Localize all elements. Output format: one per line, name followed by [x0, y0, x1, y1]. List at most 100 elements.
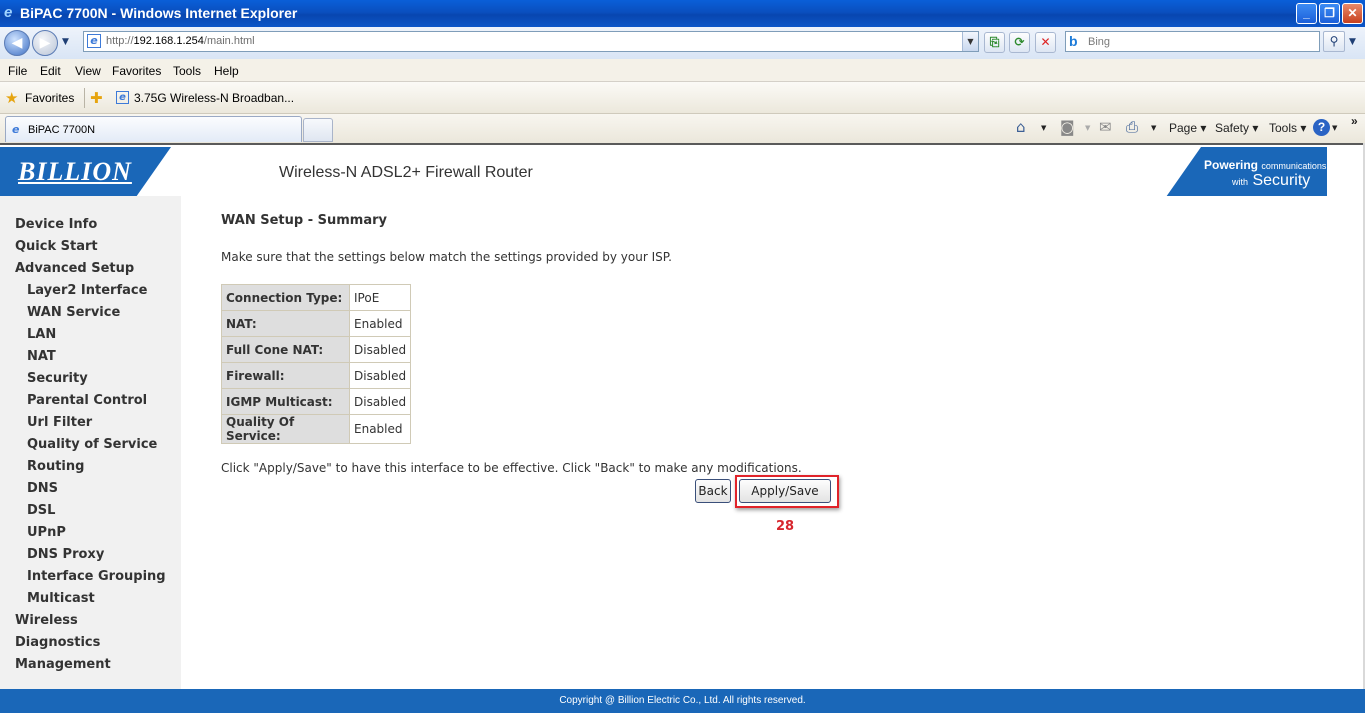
summary-value: Disabled	[348, 388, 412, 415]
tab-bipac[interactable]: e BiPAC 7700N	[5, 116, 302, 142]
slogan-security: Security	[1252, 172, 1311, 189]
url-prefix: http://	[106, 35, 134, 47]
tab-bar: e BiPAC 7700N ⌂ ▼ ◙ ▼ ✉ ⎙ ▼ Page ▾ Safet…	[0, 114, 1365, 143]
favorites-separator	[84, 88, 85, 108]
sidebar-item-interface-grouping[interactable]: Interface Grouping	[27, 569, 166, 584]
window-title: BiPAC 7700N - Windows Internet Explorer	[20, 5, 298, 21]
url-field[interactable]: e http://192.168.1.254/main.html ▼	[83, 31, 979, 52]
slogan-powering: Powering	[1204, 158, 1259, 172]
summary-value: Disabled	[348, 336, 412, 363]
bing-logo-icon: b	[1069, 33, 1078, 49]
page-menu-label: Page	[1169, 121, 1198, 135]
sidebar-item-url-filter[interactable]: Url Filter	[27, 415, 92, 430]
magnifier-icon: ⚲	[1329, 34, 1339, 48]
menu-file[interactable]: File	[8, 64, 27, 78]
search-input[interactable]: b Bing	[1065, 31, 1320, 52]
sidebar-item-routing[interactable]: Routing	[27, 459, 84, 474]
sidebar-item-advanced-setup[interactable]: Advanced Setup	[15, 261, 134, 276]
refresh-icon[interactable]: ⟳	[1009, 32, 1030, 53]
page-title: WAN Setup - Summary	[221, 213, 387, 228]
arrow-right-icon: ▶	[39, 35, 51, 51]
summary-value: Enabled	[348, 310, 412, 337]
maximize-button[interactable]: ❐	[1319, 3, 1340, 24]
tools-menu-button[interactable]: Tools ▾	[1269, 121, 1306, 135]
table-row: Quality Of Service: Enabled	[221, 414, 412, 444]
minimize-button[interactable]: _	[1296, 3, 1317, 24]
apply-save-highlight-box	[735, 475, 839, 508]
summary-value: Disabled	[348, 362, 412, 389]
feeds-icon[interactable]: ◙	[1060, 118, 1075, 136]
menu-bar: File Edit View Favorites Tools Help	[0, 59, 1365, 82]
print-icon[interactable]: ⎙	[1126, 118, 1138, 136]
favorite-link[interactable]: 3.75G Wireless-N Broadban...	[134, 91, 294, 105]
sidebar-item-lan[interactable]: LAN	[27, 327, 56, 342]
sidebar-item-multicast[interactable]: Multicast	[27, 591, 95, 606]
sidebar-item-security[interactable]: Security	[27, 371, 88, 386]
sidebar-item-device-info[interactable]: Device Info	[15, 217, 97, 232]
mail-icon[interactable]: ✉	[1099, 118, 1112, 136]
sidebar-item-quick-start[interactable]: Quick Start	[15, 239, 98, 254]
table-row: IGMP Multicast: Disabled	[221, 388, 412, 415]
print-dropdown-icon[interactable]: ▼	[1151, 124, 1156, 132]
ie-logo-icon: e	[4, 4, 13, 21]
apply-instructions: Click "Apply/Save" to have this interfac…	[221, 461, 802, 475]
sidebar-item-parental-control[interactable]: Parental Control	[27, 393, 147, 408]
menu-tools[interactable]: Tools	[173, 64, 201, 78]
window-titlebar: e BiPAC 7700N - Windows Internet Explore…	[0, 0, 1365, 27]
compatibility-view-icon[interactable]: ⎘	[984, 32, 1005, 53]
sidebar-item-quality-of-service[interactable]: Quality of Service	[27, 437, 157, 452]
back-button[interactable]: Back	[695, 479, 731, 503]
billion-logo-text: BILLION	[18, 157, 132, 186]
tools-menu-label: Tools	[1269, 121, 1298, 135]
recent-pages-dropdown-icon[interactable]: ▼	[62, 37, 69, 47]
home-dropdown-icon[interactable]: ▼	[1041, 124, 1046, 132]
stop-icon[interactable]: ✕	[1035, 32, 1056, 53]
tab-page-icon: e	[12, 123, 20, 136]
sidebar-item-dsl[interactable]: DSL	[27, 503, 55, 518]
slogan-with: with	[1232, 177, 1249, 187]
sidebar-item-diagnostics[interactable]: Diagnostics	[15, 635, 100, 650]
back-nav-button[interactable]: ◀	[4, 30, 30, 56]
help-dropdown-icon[interactable]: ▼	[1332, 124, 1337, 132]
sidebar-item-upnp[interactable]: UPnP	[27, 525, 66, 540]
favorite-link-page-icon: e	[116, 91, 129, 104]
new-tab-button[interactable]	[303, 118, 333, 142]
table-row: Full Cone NAT: Disabled	[221, 336, 412, 363]
close-window-button[interactable]: ✕	[1342, 3, 1363, 24]
sidebar-item-management[interactable]: Management	[15, 657, 111, 672]
menu-view[interactable]: View	[75, 64, 101, 78]
menu-edit[interactable]: Edit	[40, 64, 61, 78]
safety-menu-button[interactable]: Safety ▾	[1215, 121, 1258, 135]
sidebar-item-layer2-interface[interactable]: Layer2 Interface	[27, 283, 147, 298]
sidebar-item-wireless[interactable]: Wireless	[15, 613, 78, 628]
sidebar-nav: Device Info Quick Start Advanced Setup L…	[0, 196, 181, 689]
url-text: http://192.168.1.254/main.html	[106, 35, 255, 47]
favorites-star-icon[interactable]: ★	[5, 89, 18, 107]
slogan-communications: communications	[1261, 161, 1327, 171]
chevron-more-icon[interactable]: »	[1351, 114, 1358, 128]
favorites-button[interactable]: Favorites	[25, 91, 74, 105]
help-icon[interactable]: ?	[1313, 119, 1330, 136]
copyright-footer: Copyright @ Billion Electric Co., Ltd. A…	[0, 689, 1365, 713]
brand-slogan: Powering communications with Security	[1130, 147, 1327, 198]
home-icon[interactable]: ⌂	[1016, 118, 1026, 136]
url-dropdown-icon[interactable]: ▼	[962, 32, 978, 51]
favorites-bar: ★ Favorites ✚ e 3.75G Wireless-N Broadba…	[0, 82, 1365, 114]
summary-key: Connection Type:	[221, 284, 350, 311]
menu-help[interactable]: Help	[214, 64, 239, 78]
sidebar-item-wan-service[interactable]: WAN Service	[27, 305, 120, 320]
forward-nav-button[interactable]: ▶	[32, 30, 58, 56]
sidebar-item-nat[interactable]: NAT	[27, 349, 56, 364]
slogan-line2: with Security	[1232, 172, 1310, 190]
feeds-dropdown-icon[interactable]: ▼	[1085, 124, 1090, 132]
search-placeholder: Bing	[1088, 36, 1111, 48]
search-options-icon[interactable]: ▼	[1349, 37, 1356, 47]
search-button[interactable]: ⚲	[1323, 31, 1345, 52]
sidebar-item-dns[interactable]: DNS	[27, 481, 58, 496]
sidebar-item-dns-proxy[interactable]: DNS Proxy	[27, 547, 104, 562]
add-to-favorites-icon[interactable]: ✚	[90, 89, 103, 107]
menu-favorites[interactable]: Favorites	[112, 64, 161, 78]
url-path: /main.html	[203, 35, 255, 47]
page-menu-button[interactable]: Page ▾	[1169, 121, 1206, 135]
main-content: WAN Setup - Summary Make sure that the s…	[181, 196, 1365, 689]
